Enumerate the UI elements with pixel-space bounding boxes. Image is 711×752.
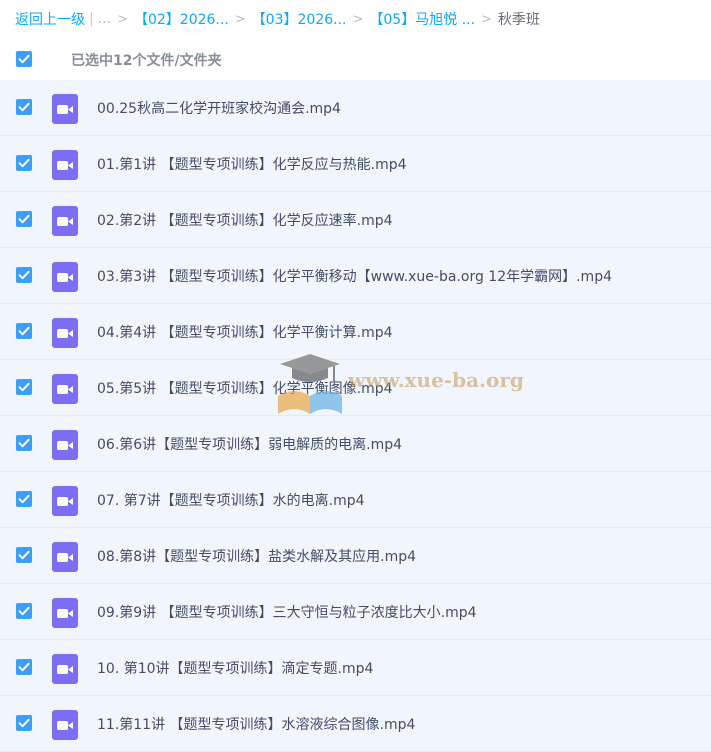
checkmark-icon: [18, 382, 30, 392]
video-file-icon: [52, 94, 78, 124]
video-file-icon: [52, 150, 78, 180]
file-checkbox[interactable]: [16, 267, 32, 283]
file-checkbox[interactable]: [16, 379, 32, 395]
video-file-icon: [52, 430, 78, 460]
checkmark-icon: [18, 662, 30, 672]
file-row[interactable]: 04.第4讲 【题型专项训练】化学平衡计算.mp4: [0, 304, 711, 360]
file-row[interactable]: 08.第8讲【题型专项训练】盐类水解及其应用.mp4: [0, 528, 711, 584]
back-link[interactable]: 返回上一级: [15, 9, 85, 29]
checkmark-icon: [18, 214, 30, 224]
file-name[interactable]: 07. 第7讲【题型专项训练】水的电离.mp4: [97, 490, 365, 510]
breadcrumb: 返回上一级 | ... > 【02】2026... > 【03】2026... …: [0, 0, 711, 38]
file-checkbox[interactable]: [16, 659, 32, 675]
file-checkbox[interactable]: [16, 547, 32, 563]
video-file-icon: [52, 374, 78, 404]
breadcrumb-item[interactable]: 【03】2026...: [252, 9, 347, 29]
file-checkbox[interactable]: [16, 211, 32, 227]
breadcrumb-divider: |: [89, 11, 94, 27]
checkmark-icon: [18, 550, 30, 560]
chevron-right-icon: >: [481, 11, 492, 27]
file-row[interactable]: 02.第2讲 【题型专项训练】化学反应速率.mp4: [0, 192, 711, 248]
file-checkbox[interactable]: [16, 435, 32, 451]
checkmark-icon: [18, 270, 30, 280]
file-name[interactable]: 02.第2讲 【题型专项训练】化学反应速率.mp4: [97, 210, 393, 230]
chevron-right-icon: >: [234, 11, 246, 27]
file-row[interactable]: 00.25秋高二化学开班家校沟通会.mp4: [0, 80, 711, 136]
file-row[interactable]: 03.第3讲 【题型专项训练】化学平衡移动【www.xue-ba.org 12年…: [0, 248, 711, 304]
file-checkbox[interactable]: [16, 491, 32, 507]
file-name[interactable]: 08.第8讲【题型专项训练】盐类水解及其应用.mp4: [97, 546, 416, 566]
checkmark-icon: [18, 718, 30, 728]
file-checkbox[interactable]: [16, 603, 32, 619]
file-row[interactable]: 07. 第7讲【题型专项训练】水的电离.mp4: [0, 472, 711, 528]
breadcrumb-item[interactable]: 【05】马旭悦 ...: [369, 9, 475, 29]
file-name[interactable]: 01.第1讲 【题型专项训练】化学反应与热能.mp4: [97, 154, 407, 174]
breadcrumb-item[interactable]: 【02】2026...: [134, 9, 229, 29]
chevron-right-icon: >: [352, 11, 364, 27]
checkmark-icon: [18, 102, 30, 112]
breadcrumb-current: 秋季班: [497, 12, 540, 28]
file-checkbox[interactable]: [16, 715, 32, 731]
file-name[interactable]: 03.第3讲 【题型专项训练】化学平衡移动【www.xue-ba.org 12年…: [97, 266, 612, 286]
video-file-icon: [52, 206, 78, 236]
file-name[interactable]: 10. 第10讲【题型专项训练】滴定专题.mp4: [97, 658, 373, 678]
file-row[interactable]: 05.第5讲 【题型专项训练】化学平衡图像.mp4: [0, 360, 711, 416]
file-name[interactable]: 04.第4讲 【题型专项训练】化学平衡计算.mp4: [97, 322, 393, 342]
checkmark-icon: [18, 438, 30, 448]
file-name[interactable]: 06.第6讲【题型专项训练】弱电解质的电离.mp4: [97, 434, 402, 454]
video-file-icon: [52, 542, 78, 572]
video-file-icon: [52, 486, 78, 516]
file-row[interactable]: 09.第9讲 【题型专项训练】三大守恒与粒子浓度比大小.mp4: [0, 584, 711, 640]
file-checkbox[interactable]: [16, 323, 32, 339]
video-file-icon: [52, 654, 78, 684]
file-name[interactable]: 05.第5讲 【题型专项训练】化学平衡图像.mp4: [97, 378, 393, 398]
video-file-icon: [52, 598, 78, 628]
checkmark-icon: [18, 494, 30, 504]
selection-count: 已选中12个文件/文件夹: [71, 53, 222, 69]
video-file-icon: [52, 710, 78, 740]
breadcrumb-ellipsis[interactable]: ...: [98, 11, 111, 27]
file-name[interactable]: 11.第11讲 【题型专项训练】水溶液综合图像.mp4: [97, 714, 415, 734]
video-file-icon: [52, 262, 78, 292]
video-file-icon: [52, 318, 78, 348]
file-checkbox[interactable]: [16, 155, 32, 171]
file-name[interactable]: 09.第9讲 【题型专项训练】三大守恒与粒子浓度比大小.mp4: [97, 602, 477, 622]
chevron-right-icon: >: [117, 11, 128, 27]
select-all-checkbox[interactable]: [16, 51, 32, 67]
checkmark-icon: [18, 326, 30, 336]
file-list: 00.25秋高二化学开班家校沟通会.mp4 01.第1讲 【题型专项训练】化学反应…: [0, 80, 711, 752]
selection-bar: 已选中12个文件/文件夹: [0, 38, 711, 80]
checkmark-icon: [18, 606, 30, 616]
checkmark-icon: [18, 158, 30, 168]
file-checkbox[interactable]: [16, 99, 32, 115]
file-row[interactable]: 01.第1讲 【题型专项训练】化学反应与热能.mp4: [0, 136, 711, 192]
file-name[interactable]: 00.25秋高二化学开班家校沟通会.mp4: [97, 98, 341, 118]
file-row[interactable]: 10. 第10讲【题型专项训练】滴定专题.mp4: [0, 640, 711, 696]
checkmark-icon: [18, 54, 30, 64]
file-row[interactable]: 06.第6讲【题型专项训练】弱电解质的电离.mp4: [0, 416, 711, 472]
file-row[interactable]: 11.第11讲 【题型专项训练】水溶液综合图像.mp4: [0, 696, 711, 752]
